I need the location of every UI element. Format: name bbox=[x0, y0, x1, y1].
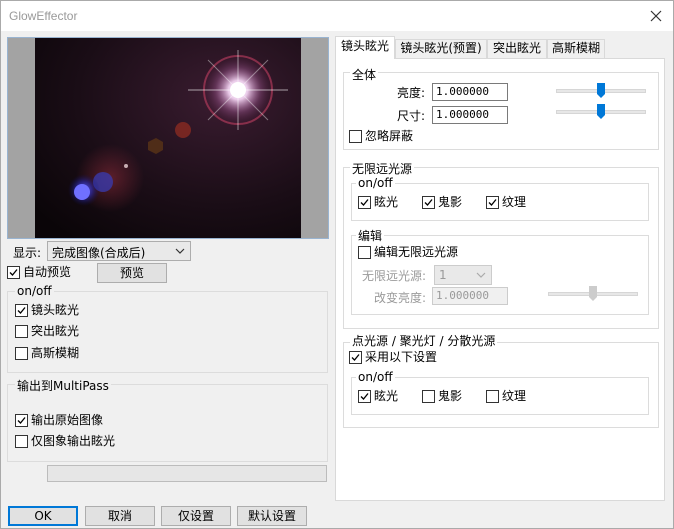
tab-gaussian-blur[interactable]: 高斯模糊 bbox=[547, 39, 605, 58]
set-only-button[interactable]: 仅设置 bbox=[161, 506, 231, 526]
overall-group-title: 全体 bbox=[350, 66, 379, 83]
preview-button[interactable]: 预览 bbox=[97, 263, 167, 283]
cancel-button[interactable]: 取消 bbox=[85, 506, 155, 526]
checkbox-checked-icon bbox=[422, 195, 435, 209]
use-settings-label: 采用以下设置 bbox=[365, 350, 438, 364]
onoff-group-title: on/off bbox=[15, 284, 54, 298]
point-texture-label: 纹理 bbox=[502, 389, 527, 403]
ok-button[interactable]: OK bbox=[8, 506, 78, 526]
chevron-down-icon bbox=[476, 272, 486, 278]
point-ghost-label: 鬼影 bbox=[438, 389, 463, 403]
checkbox-unchecked-icon bbox=[15, 434, 28, 448]
auto-preview-checkbox[interactable]: 自动预览 bbox=[7, 264, 71, 280]
output-flare-only-label: 仅图象输出眩光 bbox=[31, 434, 116, 448]
highlight-flare-label: 突出眩光 bbox=[31, 324, 80, 338]
point-flare-label: 眩光 bbox=[374, 389, 399, 403]
change-brightness-slider[interactable] bbox=[548, 286, 638, 302]
checkbox-unchecked-icon bbox=[486, 389, 499, 403]
brightness-input[interactable]: 1.000000 bbox=[432, 83, 508, 101]
infinite-flare-checkbox[interactable]: 眩光 bbox=[358, 194, 398, 210]
tab-lens-flare[interactable]: 镜头眩光 bbox=[335, 36, 395, 59]
checkbox-unchecked-icon bbox=[349, 129, 362, 143]
checkbox-unchecked-icon bbox=[15, 346, 28, 360]
chevron-down-icon bbox=[175, 248, 185, 254]
lens-flare-label: 镜头眩光 bbox=[31, 303, 80, 317]
output-multipass-title: 输出到MultiPass bbox=[15, 377, 111, 394]
close-button[interactable] bbox=[645, 5, 667, 27]
point-onoff-title: on/off bbox=[356, 370, 395, 384]
point-light-title: 点光源 / 聚光灯 / 分散光源 bbox=[350, 332, 498, 349]
infinite-texture-checkbox[interactable]: 纹理 bbox=[486, 194, 526, 210]
infinite-source-select[interactable]: 1 bbox=[434, 265, 492, 285]
slider-thumb[interactable] bbox=[597, 104, 605, 120]
size-slider[interactable] bbox=[556, 104, 646, 120]
edit-infinite-label: 编辑无限远光源 bbox=[374, 245, 459, 259]
change-brightness-input[interactable]: 1.000000 bbox=[432, 287, 508, 305]
change-brightness-label: 改变亮度: bbox=[374, 291, 427, 305]
glow-effector-window: GlowEffector 显示: 完成图像(合成后) 自动预览 预览 on/of… bbox=[0, 0, 674, 529]
checkbox-checked-icon bbox=[7, 265, 20, 279]
checkbox-checked-icon bbox=[358, 389, 371, 403]
default-settings-button[interactable]: 默认设置 bbox=[237, 506, 307, 526]
edit-infinite-checkbox[interactable]: 编辑无限远光源 bbox=[358, 244, 458, 260]
display-select[interactable]: 完成图像(合成后) bbox=[47, 241, 191, 261]
infinite-texture-label: 纹理 bbox=[502, 195, 527, 209]
checkbox-unchecked-icon bbox=[15, 324, 28, 338]
lens-flare-panel: 全体 亮度: 1.000000 尺寸: 1.000000 忽略屏蔽 无限远光源 … bbox=[335, 58, 665, 501]
ignore-mask-checkbox[interactable]: 忽略屏蔽 bbox=[349, 128, 413, 144]
infinite-onoff-title: on/off bbox=[356, 176, 395, 190]
output-original-label: 输出原始图像 bbox=[31, 413, 104, 427]
lens-flare-checkbox[interactable]: 镜头眩光 bbox=[15, 302, 79, 318]
size-input[interactable]: 1.000000 bbox=[432, 106, 508, 124]
preview-image bbox=[7, 37, 329, 239]
progress-bar bbox=[47, 465, 327, 482]
tab-highlight-flare[interactable]: 突出眩光 bbox=[487, 39, 547, 58]
size-label: 尺寸: bbox=[397, 109, 426, 123]
point-flare-checkbox[interactable]: 眩光 bbox=[358, 388, 398, 404]
point-ghost-checkbox[interactable]: 鬼影 bbox=[422, 388, 462, 404]
output-flare-only-checkbox[interactable]: 仅图象输出眩光 bbox=[15, 433, 115, 449]
ignore-mask-label: 忽略屏蔽 bbox=[365, 129, 414, 143]
slider-thumb[interactable] bbox=[597, 83, 605, 99]
checkbox-checked-icon bbox=[349, 350, 362, 364]
output-original-checkbox[interactable]: 输出原始图像 bbox=[15, 412, 103, 428]
display-select-value: 完成图像(合成后) bbox=[52, 246, 146, 260]
use-settings-checkbox[interactable]: 采用以下设置 bbox=[349, 349, 437, 365]
infinite-light-title: 无限远光源 bbox=[350, 160, 415, 177]
checkbox-checked-icon bbox=[486, 195, 499, 209]
brightness-slider[interactable] bbox=[556, 83, 646, 99]
close-icon bbox=[650, 10, 662, 22]
checkbox-unchecked-icon bbox=[358, 245, 371, 259]
infinite-source-value: 1 bbox=[439, 268, 447, 282]
auto-preview-label: 自动预览 bbox=[23, 265, 72, 279]
checkbox-checked-icon bbox=[15, 303, 28, 317]
infinite-ghost-label: 鬼影 bbox=[438, 195, 463, 209]
infinite-ghost-checkbox[interactable]: 鬼影 bbox=[422, 194, 462, 210]
slider-thumb[interactable] bbox=[589, 286, 597, 302]
checkbox-checked-icon bbox=[15, 413, 28, 427]
window-title: GlowEffector bbox=[9, 9, 78, 23]
title-bar: GlowEffector bbox=[1, 1, 673, 31]
gaussian-blur-checkbox[interactable]: 高斯模糊 bbox=[15, 345, 79, 361]
tab-lens-flare-preset[interactable]: 镜头眩光(预置) bbox=[395, 39, 487, 58]
checkbox-unchecked-icon bbox=[422, 389, 435, 403]
checkbox-checked-icon bbox=[358, 195, 371, 209]
display-label: 显示: bbox=[13, 246, 42, 260]
infinite-edit-title: 编辑 bbox=[356, 227, 385, 244]
highlight-flare-checkbox[interactable]: 突出眩光 bbox=[15, 323, 79, 339]
infinite-flare-label: 眩光 bbox=[374, 195, 399, 209]
gaussian-blur-label: 高斯模糊 bbox=[31, 346, 80, 360]
infinite-source-label: 无限远光源: bbox=[362, 269, 427, 283]
point-texture-checkbox[interactable]: 纹理 bbox=[486, 388, 526, 404]
brightness-label: 亮度: bbox=[397, 86, 426, 100]
